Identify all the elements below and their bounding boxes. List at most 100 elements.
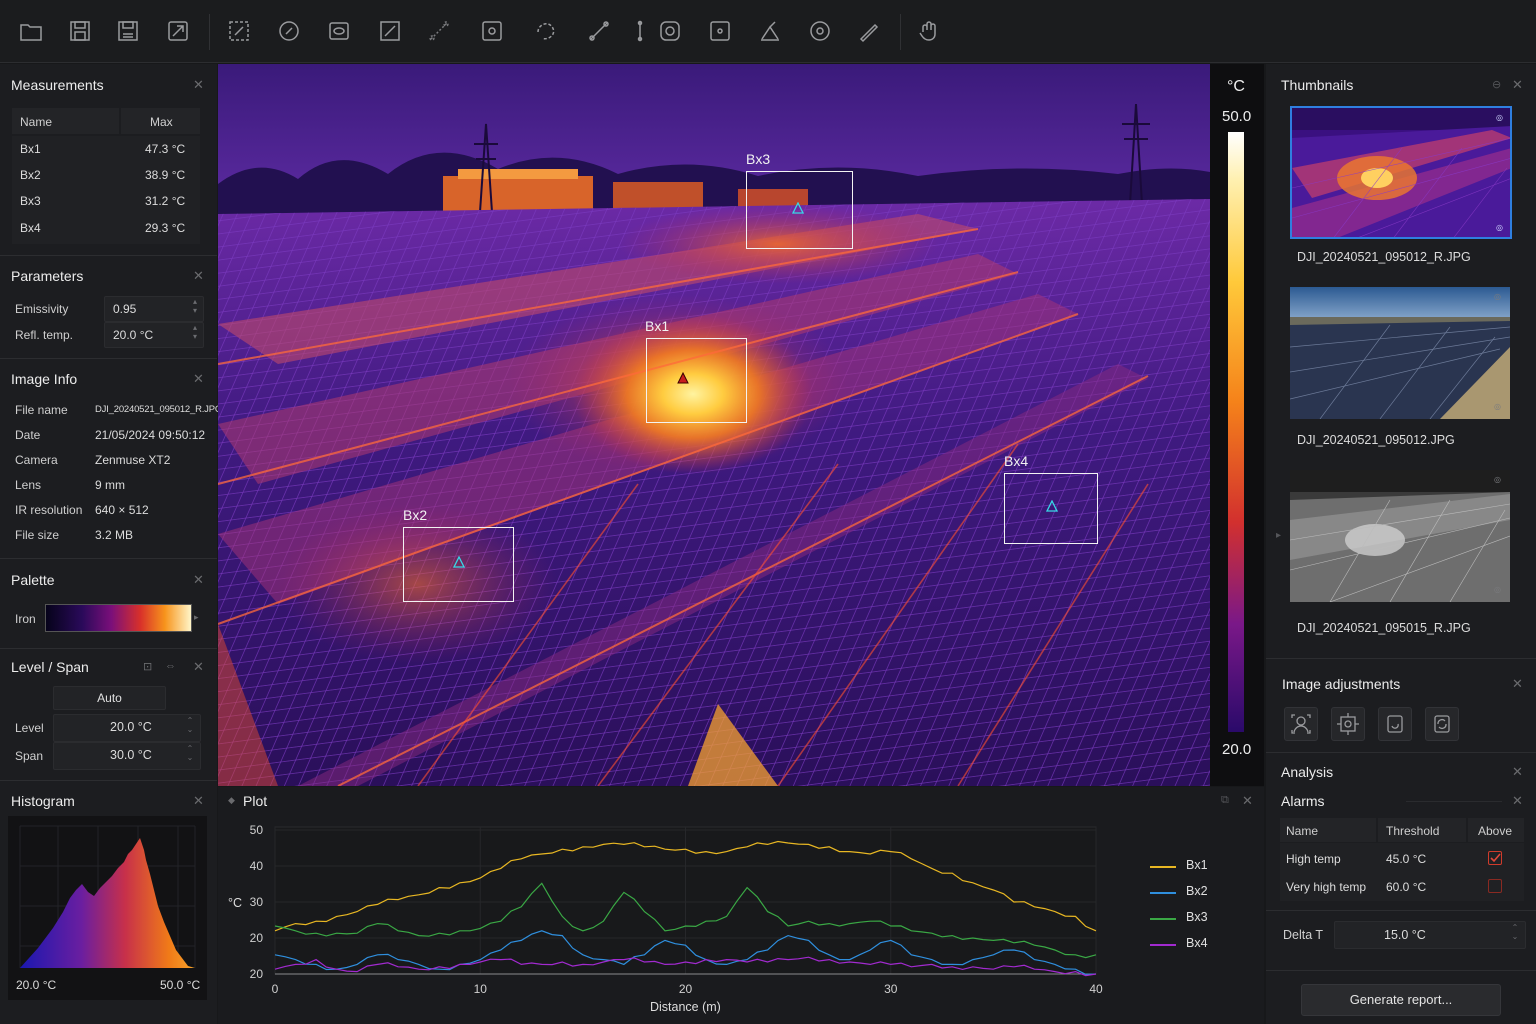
coldspot-marker-icon [453,556,465,568]
roi-label-bx3: Bx3 [746,151,771,167]
ellipse-roi-icon[interactable] [272,14,306,48]
save-icon[interactable] [63,14,97,48]
chevron-right-icon[interactable]: ▸ [194,612,199,623]
close-icon[interactable]: ✕ [1512,764,1523,780]
close-icon[interactable]: ✕ [193,268,204,284]
generate-report-button[interactable]: Generate report... [1301,984,1501,1016]
alarm-threshold: 60.0 °C [1386,880,1427,894]
roi-box-bx1[interactable] [646,338,747,423]
y-tick-label: 40 [250,859,264,873]
roi-label-bx2: Bx2 [403,507,428,523]
span-value: 30.0 °C [110,748,152,762]
measurements-col-max: Max [150,115,173,129]
close-icon[interactable]: ✕ [1512,793,1523,809]
row-max: 38.9 °C [145,168,186,182]
float-icon[interactable]: ⊖ [1492,78,1501,91]
info-value: 640 × 512 [95,503,149,517]
info-label: File name [15,403,68,417]
measure-line-icon[interactable] [582,14,616,48]
measurements-title: Measurements [11,77,104,93]
level-stepper[interactable]: ⌃ ⌄ [183,716,197,738]
close-icon[interactable]: ✕ [193,572,204,588]
delta-t-stepper[interactable]: ⌃ ⌄ [1508,923,1522,945]
x-tick-label: 30 [884,982,898,996]
alarms-title: Alarms [1281,793,1325,809]
export-icon[interactable] [161,14,195,48]
save-as-icon[interactable] [111,14,145,48]
polyline-roi-icon[interactable] [422,14,456,48]
histogram-chart: 20.0 °C 50.0 °C [8,816,207,1000]
legend-label: Bx4 [1186,936,1208,950]
auto-adjust-icon[interactable] [1331,707,1365,741]
thermal-image-view[interactable]: Bx1 Bx2 Bx3 Bx4 [218,64,1210,786]
line-roi-icon[interactable] [373,14,407,48]
lock-icon[interactable]: ⊡ [143,660,152,673]
close-icon[interactable]: ✕ [193,793,204,809]
annotation-icon[interactable] [703,14,737,48]
hand-icon[interactable] [912,14,946,48]
polygon-roi-icon[interactable] [322,14,356,48]
legend-label: Bx3 [1186,910,1208,924]
above-checkbox[interactable] [1488,851,1502,865]
thumbnail-name: DJI_20240521_095012.JPG [1297,433,1455,447]
alarms-col-name: Name [1286,824,1319,838]
roi-label-bx4: Bx4 [1004,453,1029,469]
info-value: 9 mm [95,478,125,492]
span-stepper[interactable]: ⌃ ⌄ [183,744,197,766]
open-file-icon[interactable] [14,14,48,48]
above-checkbox[interactable] [1488,879,1502,893]
link-icon[interactable]: ⇔ [165,660,176,672]
auto-button[interactable]: Auto [53,686,166,710]
close-icon[interactable]: ✕ [1512,77,1523,93]
pipette-icon[interactable] [803,14,837,48]
x-tick-label: 10 [474,982,488,996]
scale-bar [1228,132,1244,732]
thumbnail-2[interactable]: ◎ ◎ [1290,287,1510,419]
histogram-min-label: 20.0 °C [16,978,57,992]
thumbnail-3[interactable]: ◎ ◎ [1290,470,1510,602]
info-value: 3.2 MB [95,528,134,542]
roi-label-bx1: Bx1 [645,318,670,334]
spot-icon[interactable] [475,14,509,48]
freehand-roi-icon[interactable] [529,14,563,48]
close-icon[interactable]: ✕ [1512,676,1523,692]
info-value: Zenmuse XT2 [95,453,171,467]
legend-label: Bx1 [1186,858,1208,872]
legend-swatch [1150,866,1176,868]
close-icon[interactable]: ✕ [193,371,204,387]
info-label: File size [15,528,60,542]
y-tick-label: 50 [250,823,264,837]
x-tick-label: 40 [1089,982,1103,996]
thumbnail-1[interactable]: ◎ ◎ [1290,106,1512,239]
refl-temp-label: Refl. temp. [15,328,74,342]
delta-t-label: Delta T [1283,928,1324,942]
brush-icon[interactable] [852,14,886,48]
chevron-right-icon[interactable]: ▸ [1276,530,1281,541]
refl-temp-stepper[interactable]: ▴ ▾ [188,323,202,345]
span-label: Span [15,749,44,763]
rotate-icon[interactable] [1378,707,1412,741]
alarms-col-threshold: Threshold [1386,824,1440,838]
y-tick-label: 20 [250,931,264,945]
target-icon[interactable] [753,14,787,48]
y-tick-label: 20 [250,967,264,981]
main-toolbar [0,0,1536,63]
palette-name: Iron [15,612,36,626]
hotspot-icon[interactable] [653,14,687,48]
delta-t-field[interactable] [1334,921,1526,949]
face-detect-icon[interactable] [1284,707,1318,741]
scale-max: 50.0 [1222,108,1252,125]
line-chart: 0 10 20 30 40 50 40 30 20 20 [250,823,1103,996]
palette-title: Palette [11,572,55,588]
refresh-icon[interactable] [1425,707,1459,741]
close-icon[interactable]: ✕ [193,659,204,675]
box-roi-icon[interactable] [222,14,256,48]
row-max: 31.2 °C [145,194,186,208]
thumbnail-badge-icon: ◎ [1496,113,1503,122]
emissivity-stepper[interactable]: ▴ ▾ [188,297,202,319]
thumbnail-name: DJI_20240521_095012_R.JPG [1297,250,1471,264]
close-icon[interactable]: ✕ [193,77,204,93]
image-info-title: Image Info [11,371,78,387]
row-name: Bx2 [20,168,41,182]
palette-selector[interactable] [45,604,192,632]
